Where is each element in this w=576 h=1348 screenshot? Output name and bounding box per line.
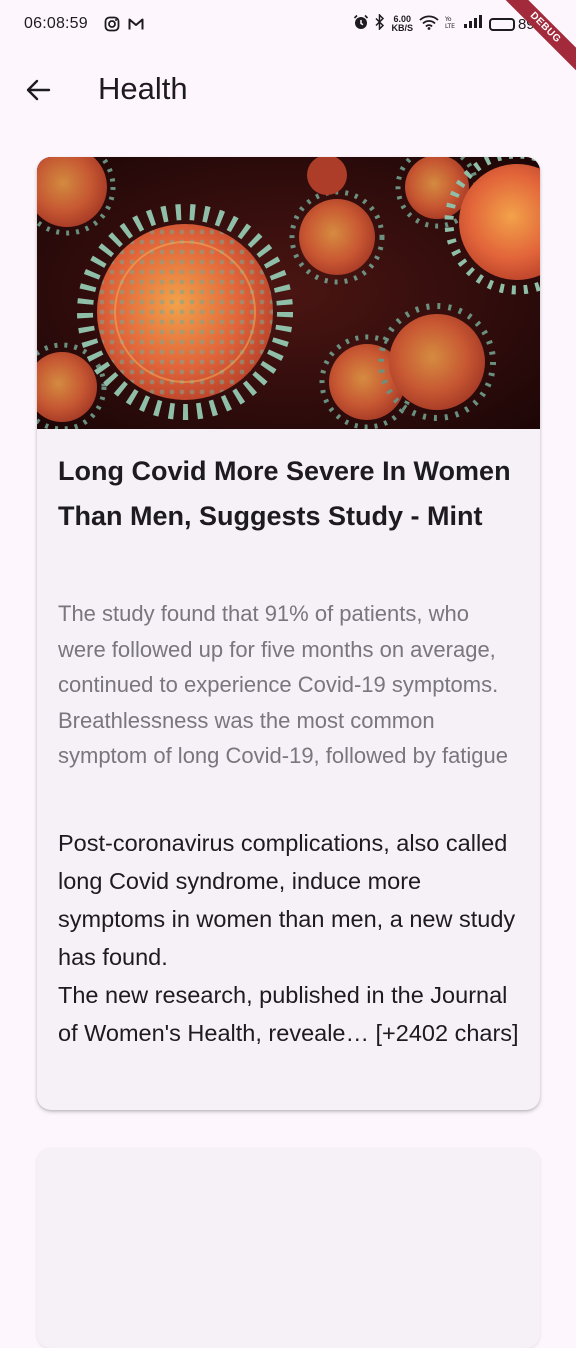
network-speed: 6.00 KB/S — [391, 15, 413, 33]
network-speed-unit: KB/S — [391, 23, 413, 33]
bluetooth-icon — [375, 13, 385, 34]
news-card[interactable] — [37, 1148, 540, 1348]
back-button[interactable] — [20, 72, 56, 108]
back-arrow-icon — [26, 79, 51, 101]
page-title: Health — [98, 71, 188, 106]
status-time: 06:08:59 — [24, 15, 88, 32]
notification-icons — [104, 16, 144, 32]
article-title: Long Covid More Severe In Women Than Men… — [58, 456, 511, 531]
instagram-icon — [104, 16, 120, 32]
system-icons: 6.00 KB/S YoLTE 89% — [353, 13, 548, 34]
alarm-icon — [353, 14, 369, 34]
svg-text:LTE: LTE — [445, 23, 455, 29]
article-description: The study found that 91% of patients, wh… — [58, 601, 509, 768]
article-content-paragraph: The new research, published in the Journ… — [58, 982, 519, 1046]
signal-icon — [463, 15, 483, 33]
article-image — [37, 157, 540, 429]
app-bar: Health — [0, 52, 576, 128]
news-card[interactable]: Long Covid More Severe In Women Than Men… — [37, 157, 540, 1110]
status-bar: 06:08:59 6.00 KB/S YoLTE 89% — [0, 0, 576, 80]
article-content-paragraph: Post-coronavirus complications, also cal… — [58, 830, 516, 970]
gmail-icon — [128, 16, 144, 32]
article-content: Post-coronavirus complications, also cal… — [58, 824, 528, 1052]
volte-icon: Yo LTE — [444, 15, 457, 33]
wifi-icon — [419, 15, 439, 34]
svg-text:Yo: Yo — [445, 16, 452, 23]
